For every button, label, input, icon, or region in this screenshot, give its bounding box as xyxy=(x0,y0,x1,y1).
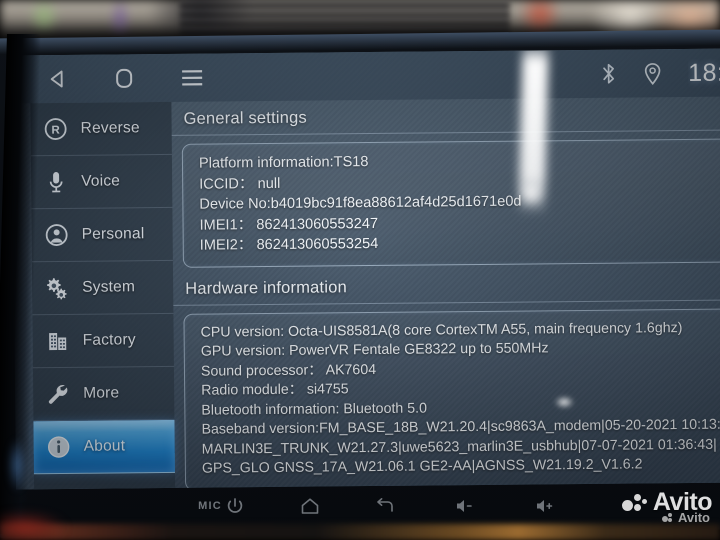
sidebar-item-voice[interactable]: Voice xyxy=(30,154,173,210)
power-icon xyxy=(227,498,243,513)
status-indicators: 18:0 xyxy=(600,58,720,88)
info-icon xyxy=(46,434,72,460)
sidebar-item-system[interactable]: System xyxy=(31,260,174,316)
avito-wordmark-small: Avito xyxy=(677,510,710,525)
volume-up-icon xyxy=(537,500,553,512)
hardware-information-title: Hardware information xyxy=(185,277,347,298)
gears-icon xyxy=(44,275,70,301)
avito-dots-icon xyxy=(621,492,648,514)
general-settings-panel: Platform information:TS18 ICCID： null De… xyxy=(181,137,720,268)
sidebar-item-label: Factory xyxy=(82,331,136,349)
hardware-information-panel: CPU version: Octa-UIS8581A(8 core Cortex… xyxy=(183,306,720,490)
power-button[interactable] xyxy=(205,486,265,526)
lcd-screen: 18:0 R Reverse Voice Personal System Fac… xyxy=(11,48,720,490)
volume-down-button[interactable] xyxy=(435,486,495,526)
home-icon xyxy=(301,498,319,514)
back-button[interactable] xyxy=(355,486,415,526)
svg-text:R: R xyxy=(51,125,60,137)
sidebar-item-factory[interactable]: Factory xyxy=(32,313,174,369)
avito-dots-icon-small xyxy=(661,512,675,523)
home-button[interactable] xyxy=(280,486,340,526)
home-icon[interactable] xyxy=(112,66,136,90)
sidebar-item-personal[interactable]: Personal xyxy=(31,207,173,263)
back-arrow-icon xyxy=(377,498,393,512)
nav-buttons xyxy=(12,66,204,92)
under-photo-glow xyxy=(0,498,120,540)
sidebar-item-more[interactable]: More xyxy=(32,366,175,422)
bluetooth-icon xyxy=(600,63,617,85)
settings-content: General settings Platform information:TS… xyxy=(171,97,720,490)
settings-sidebar: R Reverse Voice Personal System Factory … xyxy=(30,101,176,490)
avito-watermark: Avito Avito xyxy=(621,488,713,525)
sidebar-item-label: System xyxy=(82,278,136,296)
building-icon xyxy=(45,328,71,354)
screenshot-root: 18:0 R Reverse Voice Personal System Fac… xyxy=(0,0,720,540)
sidebar-item-about[interactable]: About xyxy=(33,419,175,475)
location-pin-icon xyxy=(643,62,662,85)
volume-up-button[interactable] xyxy=(515,486,575,526)
sidebar-item-reverse[interactable]: R Reverse xyxy=(30,101,172,157)
sidebar-item-label: Voice xyxy=(81,172,121,190)
wrench-icon xyxy=(45,381,71,407)
status-clock: 18:0 xyxy=(687,58,720,87)
volume-down-icon xyxy=(457,500,472,512)
status-bar: 18:0 xyxy=(11,48,720,104)
sidebar-item-label: About xyxy=(83,437,126,455)
sidebar-item-label: Personal xyxy=(81,225,145,243)
sidebar-item-label: More xyxy=(83,384,120,402)
person-icon xyxy=(44,222,70,248)
microphone-icon xyxy=(43,169,69,195)
menu-icon[interactable] xyxy=(180,67,204,89)
avito-watermark-secondary: Avito xyxy=(661,510,710,525)
general-settings-title: General settings xyxy=(183,108,307,128)
reverse-r-icon: R xyxy=(43,116,69,142)
sidebar-item-label: Reverse xyxy=(80,119,140,137)
back-icon[interactable] xyxy=(46,68,68,90)
